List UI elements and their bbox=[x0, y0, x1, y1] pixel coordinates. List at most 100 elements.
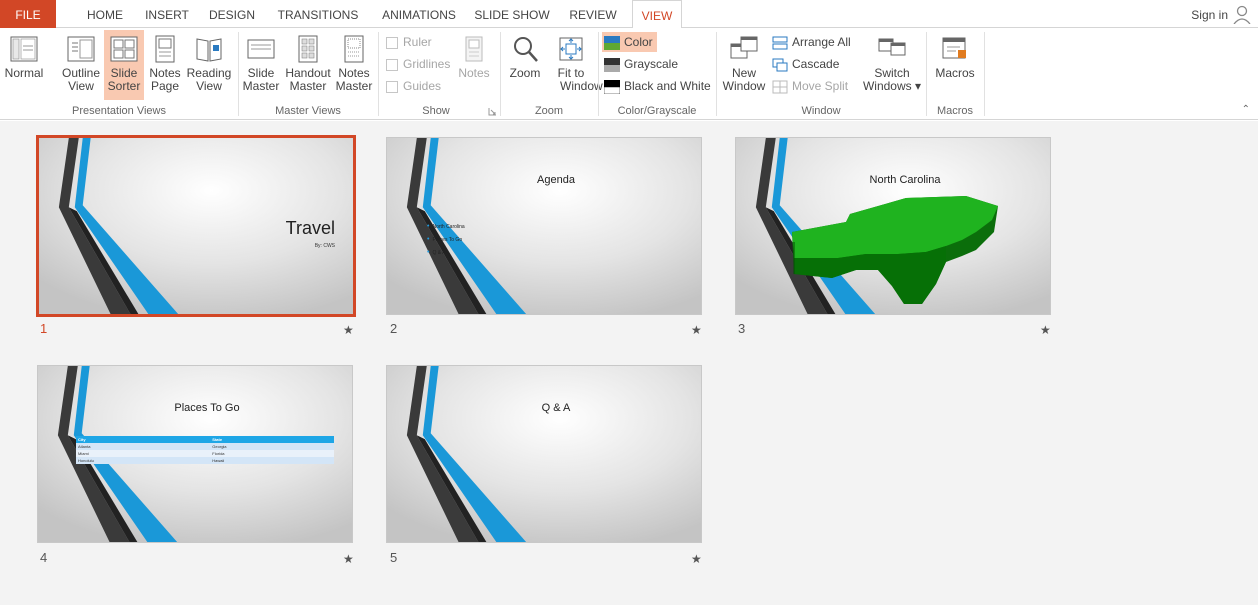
cascade-button[interactable]: Cascade bbox=[772, 54, 839, 74]
new-window-label-line1: New bbox=[731, 66, 756, 80]
tab-animations[interactable]: ANIMATIONS bbox=[376, 0, 462, 28]
notes-master-button[interactable]: Notes Master bbox=[334, 34, 374, 100]
switch-windows-button[interactable]: Switch Windows ▾ bbox=[862, 34, 922, 100]
animation-star-icon[interactable]: ★ bbox=[343, 552, 354, 566]
slide-number: 4 bbox=[40, 550, 48, 565]
macros-button[interactable]: Macros bbox=[932, 34, 978, 100]
notes-page-button[interactable]: Notes Page bbox=[146, 34, 184, 100]
slide-title: Agenda bbox=[537, 174, 575, 186]
animation-star-icon[interactable]: ★ bbox=[691, 323, 702, 337]
slide-sorter-pane[interactable]: Travel By: CWS 1 ★ Agenda North Carolina… bbox=[0, 121, 1258, 605]
group-label-color-grayscale: Color/Grayscale bbox=[617, 105, 697, 117]
outline-label-line2: View bbox=[68, 79, 94, 93]
gridlines-label: Gridlines bbox=[403, 57, 451, 71]
tab-insert[interactable]: INSERT bbox=[140, 0, 194, 28]
fit-label-line2: Window bbox=[560, 79, 603, 93]
group-label-show: Show bbox=[422, 105, 450, 117]
color-swatch-icon bbox=[604, 35, 620, 50]
reading-view-icon bbox=[196, 38, 222, 62]
group-separator bbox=[984, 32, 985, 116]
arrange-all-label: Arrange All bbox=[792, 35, 851, 49]
slide-thumbnail-3[interactable]: North Carolina bbox=[735, 137, 1051, 315]
tab-view[interactable]: VIEW bbox=[632, 0, 682, 29]
move-split-label: Move Split bbox=[792, 79, 849, 93]
animation-star-icon[interactable]: ★ bbox=[343, 323, 354, 337]
sign-in-link[interactable]: Sign in bbox=[1191, 0, 1228, 28]
outline-view-icon bbox=[67, 36, 95, 62]
handout-master-button[interactable]: Handout Master bbox=[284, 34, 332, 100]
bullet-item: Places To Go bbox=[427, 236, 465, 243]
slide-thumbnail-5[interactable]: Q & A bbox=[386, 365, 702, 543]
sorter-label-line1: Slide bbox=[110, 66, 138, 80]
group-separator bbox=[716, 32, 717, 116]
collapse-ribbon-icon[interactable]: ⌃ bbox=[1242, 104, 1250, 115]
slide-master-button[interactable]: Slide Master bbox=[242, 34, 280, 100]
user-icon[interactable] bbox=[1232, 4, 1252, 24]
move-split-button[interactable]: Move Split bbox=[772, 76, 848, 96]
magnifier-icon bbox=[514, 37, 538, 62]
zoom-button[interactable]: Zoom bbox=[506, 34, 544, 100]
new-window-button[interactable]: New Window bbox=[722, 34, 766, 100]
slide-number: 3 bbox=[738, 321, 746, 336]
arrange-all-button[interactable]: Arrange All bbox=[772, 32, 851, 52]
tab-file[interactable]: FILE bbox=[0, 0, 56, 28]
reading-label-line2: View bbox=[196, 79, 222, 93]
fit-to-window-button[interactable]: Fit to Window bbox=[546, 34, 603, 100]
table-cell: Florida bbox=[210, 450, 334, 457]
fit-label-line1: Fit to bbox=[557, 66, 585, 80]
fit-to-window-icon bbox=[559, 37, 583, 61]
guides-checkbox[interactable]: Guides bbox=[386, 76, 441, 96]
bullet-item: Q & A bbox=[427, 249, 465, 256]
tab-transitions[interactable]: TRANSITIONS bbox=[272, 0, 364, 28]
notes-master-label-line1: Notes bbox=[338, 66, 370, 80]
ribbon-view: Normal Outline View Slide Sorter Notes P… bbox=[0, 28, 1258, 120]
black-and-white-button[interactable]: Black and White bbox=[604, 76, 711, 96]
switch-windows-label-line2: Windows ▾ bbox=[862, 79, 922, 93]
animation-star-icon[interactable]: ★ bbox=[691, 552, 702, 566]
tab-review[interactable]: REVIEW bbox=[566, 0, 620, 28]
slide-sorter-button[interactable]: Slide Sorter bbox=[104, 30, 144, 100]
slide-title: Travel bbox=[285, 218, 335, 238]
tab-home[interactable]: HOME bbox=[78, 0, 132, 28]
grayscale-swatch-icon bbox=[604, 57, 620, 72]
checkbox-icon bbox=[386, 36, 398, 49]
macros-icon bbox=[942, 37, 966, 59]
group-label-master-views: Master Views bbox=[275, 105, 341, 117]
north-carolina-map-image bbox=[792, 196, 998, 304]
slide-master-label-line1: Slide bbox=[247, 66, 275, 80]
cascade-label: Cascade bbox=[792, 57, 840, 71]
slide-thumbnail-2[interactable]: Agenda North Carolina Places To Go Q & A bbox=[386, 137, 702, 315]
slide-thumbnail-1[interactable]: Travel By: CWS bbox=[36, 135, 356, 317]
normal-view-button[interactable]: Normal bbox=[4, 34, 44, 100]
table-cell: Atlanta bbox=[76, 443, 211, 450]
animation-star-icon[interactable]: ★ bbox=[1040, 323, 1051, 337]
arrange-all-icon bbox=[772, 36, 788, 50]
outline-view-button[interactable]: Outline View bbox=[59, 34, 103, 100]
reading-view-button[interactable]: Reading View bbox=[186, 34, 232, 100]
grayscale-button[interactable]: Grayscale bbox=[604, 54, 678, 74]
grayscale-label: Grayscale bbox=[624, 57, 679, 71]
tab-slideshow[interactable]: SLIDE SHOW bbox=[474, 0, 550, 28]
ruler-checkbox[interactable]: Ruler bbox=[386, 32, 432, 52]
handout-master-icon bbox=[298, 35, 318, 63]
dialog-launcher-icon[interactable] bbox=[488, 107, 497, 116]
color-label: Color bbox=[624, 35, 653, 49]
table-cell: Georgia bbox=[210, 443, 334, 450]
table-row: Atlanta Georgia bbox=[76, 443, 334, 450]
slide-thumbnail-4[interactable]: Places To Go City State Atlanta Georgia Mi… bbox=[37, 365, 353, 543]
color-button[interactable]: Color bbox=[602, 32, 657, 52]
notes-pane-button[interactable]: Notes bbox=[456, 34, 492, 100]
slide-sorter-icon bbox=[110, 36, 138, 62]
table-cell: Miami bbox=[76, 450, 211, 457]
group-label-macros: Macros bbox=[936, 105, 974, 117]
group-separator bbox=[378, 32, 379, 116]
macros-label: Macros bbox=[935, 66, 975, 80]
slide-title: Q & A bbox=[541, 402, 571, 414]
tab-design[interactable]: DESIGN bbox=[204, 0, 260, 28]
slide-title: North Carolina bbox=[869, 174, 941, 186]
slide-master-label-line2: Master bbox=[242, 79, 280, 93]
table-cell: Honolulu bbox=[76, 457, 211, 464]
sorter-label-line2: Sorter bbox=[107, 79, 141, 93]
table-cell: Hawaii bbox=[210, 457, 334, 464]
gridlines-checkbox[interactable]: Gridlines bbox=[386, 54, 450, 74]
